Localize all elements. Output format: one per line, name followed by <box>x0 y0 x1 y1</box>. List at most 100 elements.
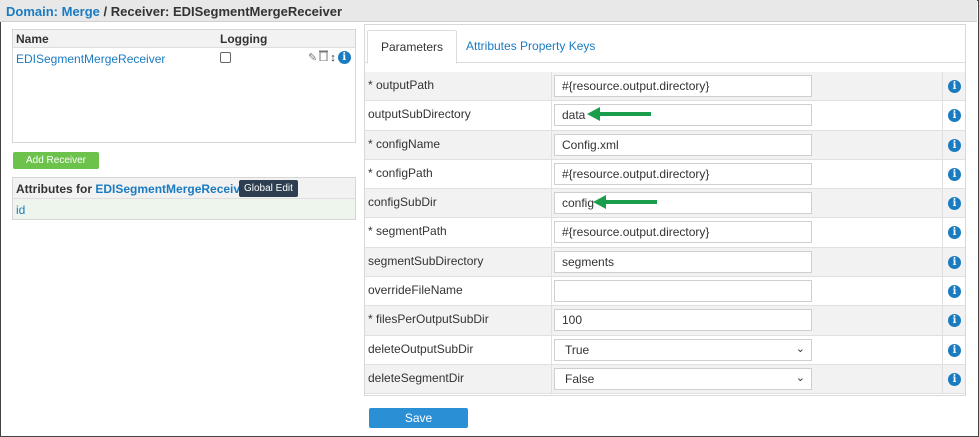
tab-parameters[interactable]: Parameters <box>367 30 458 64</box>
attribute-id-link[interactable]: id <box>16 203 25 217</box>
info-icon[interactable]: i <box>948 197 961 211</box>
param-input[interactable] <box>554 280 812 303</box>
edit-icon[interactable]: ✎ <box>308 51 317 65</box>
table-row: * outputPath #{resource.output.directory}… <box>365 72 965 102</box>
receiver-name-link[interactable]: EDISegmentMergeReceiver <box>16 52 165 66</box>
param-label: * configPath <box>368 165 433 180</box>
breadcrumb-receiver-label: Receiver: <box>110 4 170 19</box>
info-icon[interactable]: i <box>948 372 961 386</box>
param-select[interactable]: True ⌄ <box>554 338 812 361</box>
param-select[interactable]: False ⌄ <box>554 367 812 390</box>
param-input[interactable]: #{resource.output.directory} <box>554 221 812 244</box>
column-divider <box>942 335 943 364</box>
param-input[interactable]: #{resource.output.directory} <box>554 162 812 185</box>
param-label: configSubDir <box>368 195 437 210</box>
left-arrow-icon <box>587 107 651 122</box>
chevron-down-icon: ⌄ <box>795 371 805 384</box>
column-divider <box>942 159 943 189</box>
add-receiver-button[interactable]: Add Receiver <box>13 152 99 169</box>
reorder-icon[interactable]: ↕ <box>330 51 336 65</box>
param-label: * configName <box>368 136 441 151</box>
table-row: * segmentPath #{resource.output.directory… <box>365 218 965 248</box>
breadcrumb-domain-label: Domain: <box>6 4 58 19</box>
logging-checkbox[interactable] <box>220 52 231 63</box>
info-icon[interactable]: i <box>948 80 961 93</box>
table-row: * filesPerOutputSubDir 100 i <box>365 306 965 336</box>
table-row: segmentSubDirectory segments i <box>365 247 965 278</box>
delete-icon[interactable] <box>319 50 329 65</box>
column-divider <box>942 130 943 159</box>
column-divider <box>551 72 552 101</box>
save-button[interactable]: Save <box>369 408 468 428</box>
global-edit-button[interactable]: Global Edit <box>239 180 298 197</box>
table-row[interactable]: EDISegmentMergeReceiver ✎ ↕ i <box>13 48 355 70</box>
column-divider <box>942 72 943 101</box>
parameters-panel: Parameters Attributes Property Keys * ou… <box>364 24 966 396</box>
param-input[interactable]: segments <box>554 250 812 273</box>
column-divider <box>942 189 943 218</box>
param-input[interactable]: #{resource.output.directory} <box>554 75 812 97</box>
column-divider <box>942 101 943 130</box>
left-arrow-icon <box>593 195 657 210</box>
column-divider <box>942 364 943 394</box>
info-icon[interactable]: i <box>948 255 961 269</box>
column-divider <box>551 101 552 130</box>
column-divider <box>551 335 552 364</box>
info-icon[interactable]: i <box>948 226 961 240</box>
attributes-receiver-link[interactable]: EDISegmentMergeReceiver <box>95 182 251 196</box>
table-row: deleteSegmentDir False ⌄ i <box>365 364 965 395</box>
table-row: * configPath #{resource.output.directory}… <box>365 159 965 190</box>
info-icon[interactable]: i <box>948 167 961 181</box>
param-label: * segmentPath <box>368 224 447 239</box>
col-name-header: Name <box>16 32 49 46</box>
param-input[interactable]: 100 <box>554 309 812 332</box>
column-divider <box>551 218 552 247</box>
info-icon[interactable]: i <box>948 109 961 123</box>
param-input[interactable]: Config.xml <box>554 133 812 156</box>
info-icon[interactable]: i <box>948 285 961 299</box>
attributes-title: Attributes for EDISegmentMergeReceiver <box>16 182 251 196</box>
column-divider <box>942 218 943 247</box>
receivers-table-header: Name Logging <box>13 30 355 48</box>
breadcrumb-domain-link[interactable]: Merge <box>62 4 100 19</box>
breadcrumb: Domain: Merge / Receiver: EDISegmentMerg… <box>0 0 977 22</box>
param-select-value: False <box>565 371 595 386</box>
column-divider <box>551 306 552 335</box>
info-icon[interactable]: i <box>948 343 961 357</box>
param-label: outputSubDirectory <box>368 107 471 122</box>
param-label: deleteOutputSubDir <box>368 341 474 356</box>
row-actions: ✎ ↕ i <box>308 50 351 65</box>
column-divider <box>551 189 552 218</box>
attributes-panel: Attributes for EDISegmentMergeReceiver G… <box>12 177 356 220</box>
col-logging-header: Logging <box>220 32 268 46</box>
table-row: outputSubDirectory data i <box>365 101 965 131</box>
column-divider <box>942 247 943 277</box>
breadcrumb-separator: / <box>103 4 108 19</box>
table-row: deleteOutputSubDir True ⌄ i <box>365 335 965 365</box>
param-label: segmentSubDirectory <box>368 253 484 268</box>
chevron-down-icon: ⌄ <box>795 342 805 355</box>
info-icon[interactable]: i <box>337 51 351 64</box>
column-divider <box>942 277 943 306</box>
column-divider <box>551 364 552 394</box>
tab-attributes-property-keys[interactable]: Attributes Property Keys <box>453 30 608 64</box>
info-icon[interactable]: i <box>948 138 961 152</box>
column-divider <box>551 130 552 159</box>
column-divider <box>551 159 552 189</box>
table-row: configSubDir config i <box>365 189 965 219</box>
table-row: overrideFileName i <box>365 277 965 307</box>
column-divider <box>551 277 552 306</box>
param-select-value: True <box>565 342 590 357</box>
receivers-table: Name Logging EDISegmentMergeReceiver ✎ ↕… <box>12 29 356 143</box>
column-divider <box>551 247 552 277</box>
param-label: deleteSegmentDir <box>368 370 465 385</box>
info-icon[interactable]: i <box>948 314 961 328</box>
table-row: * configName Config.xml i <box>365 130 965 160</box>
parameters-table: * outputPath #{resource.output.directory}… <box>365 72 965 395</box>
column-divider <box>942 306 943 335</box>
attributes-header: Attributes for EDISegmentMergeReceiver G… <box>13 178 355 199</box>
tab-bar: Parameters Attributes Property Keys <box>365 25 965 64</box>
attributes-label: Attributes for <box>16 182 92 196</box>
param-label: * filesPerOutputSubDir <box>368 312 489 327</box>
list-item[interactable]: id <box>13 199 355 219</box>
